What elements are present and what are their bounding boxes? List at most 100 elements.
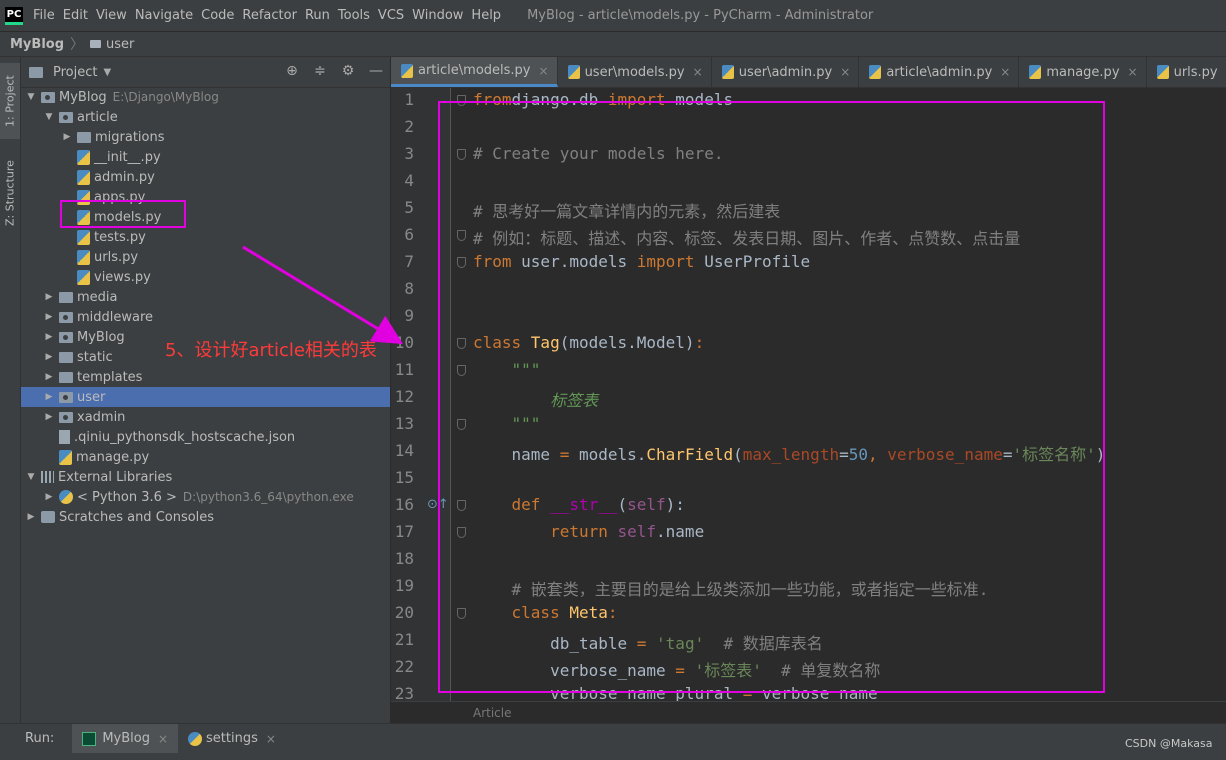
chevron-right-icon[interactable]: ▶: [43, 412, 55, 422]
tree-item-xadmin[interactable]: ▶ xadmin: [21, 407, 390, 427]
menu-items: File Edit View Navigate Code Refactor Run Tools…: [29, 8, 505, 23]
close-icon[interactable]: ×: [266, 732, 276, 746]
tree-item-python-3-6[interactable]: ▶ < Python 3.6 > D:\python3.6_64\python.ex…: [21, 487, 390, 507]
tree-item-label: __init__.py: [94, 149, 161, 165]
tree-item-qiniu-pythonsdk-hostscache-json[interactable]: .qiniu_pythonsdk_hostscache.json: [21, 427, 390, 447]
tree-item-myblog[interactable]: ▼ MyBlog E:\Django\MyBlog: [21, 87, 390, 107]
close-icon[interactable]: ×: [840, 65, 850, 79]
tree-item-label: MyBlog: [59, 89, 107, 105]
menu-refactor[interactable]: Refactor: [238, 8, 301, 23]
menu-navigate[interactable]: Navigate: [131, 8, 197, 23]
run-tab-myblog[interactable]: MyBlog ×: [72, 723, 179, 754]
tab-label: urls.py: [1173, 64, 1218, 80]
chevron-right-icon[interactable]: ▶: [43, 312, 55, 322]
tree-item-label: media: [77, 289, 118, 305]
project-view-selector[interactable]: Project: [53, 65, 97, 80]
tab-user-admin-py[interactable]: user\admin.py ×: [712, 57, 860, 87]
run-tab-label: settings: [206, 731, 258, 746]
tree-item-label: tests.py: [94, 229, 146, 245]
chevron-right-icon[interactable]: ▶: [43, 392, 55, 402]
navigation-breadcrumb: MyBlog 〉 user: [0, 31, 1226, 57]
tree-item-label: admin.py: [94, 169, 155, 185]
tree-item-external-libraries[interactable]: ▼ External Libraries: [21, 467, 390, 487]
tree-item-article[interactable]: ▼ article: [21, 107, 390, 127]
locate-icon[interactable]: ⊕: [284, 63, 300, 79]
menu-window[interactable]: Window: [408, 8, 467, 23]
menu-view[interactable]: View: [92, 8, 131, 23]
line-number: 8: [404, 279, 414, 298]
breadcrumb-folder[interactable]: user: [106, 37, 134, 52]
watermark: CSDN @Makasa: [1125, 737, 1213, 750]
menu-edit[interactable]: Edit: [59, 8, 92, 23]
tab-label: article\models.py: [418, 63, 531, 78]
chevron-right-icon[interactable]: ▶: [61, 132, 73, 142]
folder-icon: [59, 311, 73, 323]
chevron-right-icon[interactable]: ▶: [43, 332, 55, 342]
chevron-right-icon[interactable]: ▶: [43, 292, 55, 302]
menu-run[interactable]: Run: [301, 8, 334, 23]
gear-icon[interactable]: ⚙: [340, 63, 356, 79]
close-icon[interactable]: ×: [1000, 65, 1010, 79]
menu-code[interactable]: Code: [197, 8, 238, 23]
tree-item-middleware[interactable]: ▶ middleware: [21, 307, 390, 327]
tree-item-path: D:\python3.6_64\python.exe: [182, 490, 354, 504]
tab-article-models-py[interactable]: article\models.py ×: [391, 57, 558, 87]
menu-vcs[interactable]: VCS: [374, 8, 408, 23]
tree-item-scratches-and-consoles[interactable]: ▶ Scratches and Consoles: [21, 507, 390, 527]
tree-item-media[interactable]: ▶ media: [21, 287, 390, 307]
python-icon: [188, 731, 203, 746]
line-number: 19: [394, 576, 414, 595]
menu-tools[interactable]: Tools: [334, 8, 374, 23]
run-tab-settings[interactable]: settings ×: [178, 724, 286, 754]
run-tabs: MyBlog × settings ×: [72, 723, 286, 754]
tree-item-label: manage.py: [76, 449, 150, 465]
tab-article-admin-py[interactable]: article\admin.py ×: [859, 57, 1020, 87]
line-number: 21: [394, 630, 414, 649]
project-panel-header: Project ▼ ⊕ ≑ ⚙ —: [21, 57, 390, 88]
tree-item-user[interactable]: ▶ user: [21, 387, 390, 407]
chevron-right-icon[interactable]: ▶: [43, 352, 55, 362]
menu-file[interactable]: File: [29, 8, 59, 23]
breadcrumb-project[interactable]: MyBlog: [10, 37, 64, 52]
project-panel: Project ▼ ⊕ ≑ ⚙ — ▼ MyBlog E:\Django\MyBlo…: [21, 57, 390, 723]
code-structure-breadcrumb: Article: [391, 701, 1226, 723]
tab-manage-py[interactable]: manage.py ×: [1019, 57, 1147, 87]
tree-item-init-py[interactable]: __init__.py: [21, 147, 390, 167]
run-tab-label: MyBlog: [102, 731, 150, 746]
tree-item-templates[interactable]: ▶ templates: [21, 367, 390, 387]
tree-item-admin-py[interactable]: admin.py: [21, 167, 390, 187]
menu-help[interactable]: Help: [467, 8, 505, 23]
python-file-icon: [721, 65, 734, 79]
tree-item-migrations[interactable]: ▶ migrations: [21, 127, 390, 147]
line-number: 9: [404, 306, 414, 325]
tree-item-label: migrations: [95, 129, 165, 145]
scratch-icon: [41, 511, 55, 523]
folder-icon: [90, 40, 102, 48]
tree-item-manage-py[interactable]: manage.py: [21, 447, 390, 467]
line-number: 3: [404, 144, 414, 163]
close-icon[interactable]: ×: [158, 732, 168, 746]
chevron-right-icon[interactable]: ▶: [25, 512, 37, 522]
close-icon[interactable]: ×: [693, 65, 703, 79]
structure-tool-tab[interactable]: Z: Structure: [0, 153, 20, 233]
tree-item-views-py[interactable]: views.py: [21, 267, 390, 287]
chevron-down-icon[interactable]: ▼: [25, 472, 37, 482]
close-icon[interactable]: ×: [539, 64, 549, 78]
tree-item-tests-py[interactable]: tests.py: [21, 227, 390, 247]
chevron-down-icon[interactable]: ▼: [103, 67, 111, 78]
chevron-down-icon[interactable]: ▼: [43, 112, 55, 122]
tab-user-models-py[interactable]: user\models.py ×: [558, 57, 712, 87]
tree-item-urls-py[interactable]: urls.py: [21, 247, 390, 267]
project-tool-tab[interactable]: 1: Project: [0, 63, 20, 139]
structure-breadcrumb-item[interactable]: Article: [473, 706, 512, 720]
minimize-icon[interactable]: —: [368, 63, 384, 79]
close-icon[interactable]: ×: [1128, 65, 1138, 79]
collapse-all-icon[interactable]: ≑: [312, 63, 328, 79]
tree-item-label: views.py: [94, 269, 151, 285]
line-number: 22: [394, 657, 414, 676]
tab-urls-py[interactable]: urls.py×: [1147, 57, 1226, 87]
chevron-right-icon[interactable]: ▶: [43, 372, 55, 382]
chevron-right-icon[interactable]: ▶: [43, 492, 55, 502]
chevron-down-icon[interactable]: ▼: [25, 92, 37, 102]
folder-icon: [41, 91, 55, 103]
